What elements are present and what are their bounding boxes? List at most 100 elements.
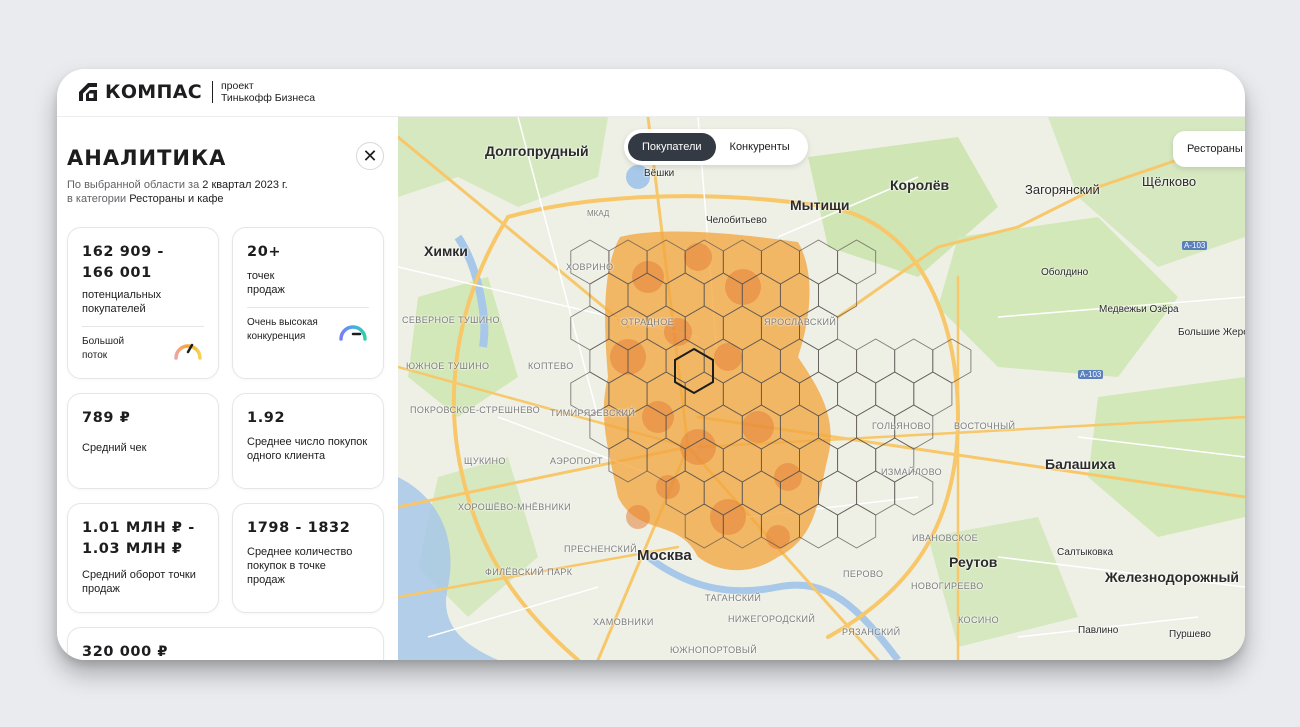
district-label: ЮЖНОЕ ТУШИНО bbox=[406, 361, 490, 371]
district-label: ФИЛЁВСКИЙ ПАРК bbox=[485, 567, 573, 577]
panel-title: АНАЛИТИКА bbox=[67, 146, 227, 170]
map-label: Мытищи bbox=[790, 197, 850, 213]
map-label: Большие Жеребцы bbox=[1178, 327, 1245, 338]
app-window: КОМПАС проект Тинькофф Бизнеса АНАЛИТИКА… bbox=[57, 69, 1245, 660]
district-label: ПЕРОВО bbox=[843, 569, 884, 579]
metric-value-line2: 1.03 МЛН ₽ bbox=[82, 541, 183, 557]
gauge-icon bbox=[174, 343, 202, 360]
metric-card-turnover[interactable]: 1.01 МЛН ₽ - 1.03 МЛН ₽ Средний оборот т… bbox=[67, 503, 219, 613]
subtitle-period: 2 квартал 2023 г. bbox=[202, 179, 288, 191]
header: КОМПАС проект Тинькофф Бизнеса bbox=[57, 69, 1245, 117]
district-label: ХАМОВНИКИ bbox=[593, 617, 654, 627]
flow-label: Большой поток bbox=[82, 336, 125, 361]
metric-value-line2: 166 001 bbox=[82, 265, 152, 281]
map-label: Оболдино bbox=[1041, 267, 1089, 278]
district-label: АЭРОПОРТ bbox=[550, 456, 603, 466]
metric-value: 162 909 - 166 001 bbox=[82, 242, 204, 284]
district-label: КОПТЕВО bbox=[528, 361, 574, 371]
district-label: ЩУКИНО bbox=[464, 456, 506, 466]
subtitle-category-prefix: в категории bbox=[67, 193, 127, 205]
metric-value: 20+ bbox=[247, 244, 282, 260]
metric-value: 1.01 МЛН ₽ - 1.03 МЛН ₽ bbox=[82, 518, 204, 560]
district-label: ХОВРИНО bbox=[566, 262, 614, 272]
metric-value: 320 000 ₽ bbox=[82, 644, 169, 660]
metric-label: Среднее количество покупок в точке прода… bbox=[247, 546, 353, 586]
subtitle-category: Рестораны и кафе bbox=[129, 193, 224, 205]
map-label: Москва bbox=[637, 547, 692, 564]
district-label: ХОРОШЁВО-МНЁВНИКИ bbox=[458, 502, 571, 512]
metric-card-purchases-per-point[interactable]: 1798 - 1832 Среднее количество покупок в… bbox=[232, 503, 384, 613]
metric-card-avg-check[interactable]: 789 ₽ Средний чек bbox=[67, 393, 219, 489]
logo[interactable]: КОМПАС проект Тинькофф Бизнеса bbox=[77, 80, 315, 104]
gauge-icon bbox=[339, 325, 367, 341]
district-label: ЮЖНОПОРТОВЫЙ bbox=[670, 645, 758, 655]
metric-value: 1798 - 1832 bbox=[247, 520, 351, 536]
map-label: Щёлково bbox=[1142, 174, 1197, 189]
road-label: МКАД bbox=[587, 209, 610, 218]
district-label: ЯРОСЛАВСКИЙ bbox=[764, 317, 837, 327]
map-label: Загорянский bbox=[1025, 182, 1100, 197]
metric-label: Среднее число покупок одного клиента bbox=[247, 436, 368, 462]
analytics-panel: АНАЛИТИКА ✕ По выбранной области за 2 кв… bbox=[57, 117, 398, 660]
district-label: ВОСТОЧНЫЙ bbox=[954, 421, 1016, 431]
map-view[interactable]: Покупатели Конкуренты Рестораны и кафе Д… bbox=[398, 117, 1245, 660]
district-label: ИВАНОВСКОЕ bbox=[912, 533, 979, 543]
district-label: ОТРАДНОЕ bbox=[621, 317, 674, 327]
metric-label: Средний чек bbox=[82, 442, 147, 454]
district-label: НИЖЕГОРОДСКИЙ bbox=[728, 614, 816, 624]
toggle-buyers[interactable]: Покупатели bbox=[628, 133, 716, 161]
map-label: Долгопрудный bbox=[485, 143, 589, 159]
district-label: ПОКРОВСКОЕ-СТРЕШНЕВО bbox=[410, 405, 541, 415]
map-label: Реутов bbox=[949, 554, 998, 570]
toggle-competitors[interactable]: Конкуренты bbox=[716, 133, 804, 161]
metric-card-rent[interactable]: 320 000 ₽ bbox=[67, 627, 384, 660]
metric-value-line1: 1.01 МЛН ₽ - bbox=[82, 520, 195, 536]
panel-subtitle: По выбранной области за 2 квартал 2023 г… bbox=[67, 178, 387, 206]
metric-value-line1: 162 909 - bbox=[82, 244, 165, 260]
map-label: Балашиха bbox=[1045, 456, 1116, 472]
metric-footer: Большой поток bbox=[82, 335, 204, 363]
map-label: Челобитьево bbox=[706, 215, 767, 226]
district-label: РЯЗАНСКИЙ bbox=[842, 627, 901, 637]
metric-card-buyers[interactable]: 162 909 - 166 001 потенциальных покупате… bbox=[67, 227, 219, 379]
brand-name: КОМПАС bbox=[105, 81, 202, 103]
brand-sub-line2: Тинькофф Бизнеса bbox=[220, 92, 316, 104]
metric-card-purchases-per-client[interactable]: 1.92 Среднее число покупок одного клиент… bbox=[232, 393, 384, 489]
card-divider bbox=[82, 326, 204, 327]
metric-value: 1.92 bbox=[247, 410, 286, 426]
road-shield: А-103 bbox=[1182, 241, 1208, 250]
card-divider bbox=[247, 307, 369, 308]
map-label: Королёв bbox=[890, 177, 950, 193]
district-label: ТИМИРЯЗЕВСКИЙ bbox=[550, 408, 636, 418]
district-label: НОВОГИРЕЕВО bbox=[911, 581, 984, 591]
district-label: ГОЛЬЯНОВО bbox=[872, 421, 931, 431]
metric-label: Средний оборот точки продаж bbox=[82, 569, 196, 595]
metric-value: 789 ₽ bbox=[82, 410, 131, 426]
close-panel-button[interactable]: ✕ bbox=[356, 142, 384, 170]
close-icon: ✕ bbox=[362, 145, 378, 166]
metric-card-points[interactable]: 20+ точек продаж Очень высокая конкуренц… bbox=[232, 227, 384, 379]
map-label: Железнодорожный bbox=[1105, 569, 1240, 585]
map-label: Пуршево bbox=[1169, 629, 1211, 640]
layer-toggle: Покупатели Конкуренты bbox=[624, 129, 808, 165]
map-label: Салтыковка bbox=[1057, 547, 1114, 558]
metric-label: потенциальных покупателей bbox=[82, 289, 162, 315]
map-label: Павлино bbox=[1078, 625, 1119, 636]
compass-logo-icon bbox=[79, 83, 97, 101]
logo-divider bbox=[211, 81, 213, 103]
subtitle-prefix: По выбранной области за bbox=[67, 179, 200, 191]
road-shield: А-103 bbox=[1078, 370, 1104, 379]
district-label: ТАГАНСКИЙ bbox=[705, 593, 762, 603]
metric-label: точек продаж bbox=[247, 270, 285, 296]
district-label: ИЗМАЙЛОВО bbox=[881, 467, 943, 477]
metric-footer: Очень высокая конкуренция bbox=[247, 316, 369, 344]
map-label: Вёшки bbox=[644, 168, 675, 179]
district-label: ПРЕСНЕНСКИЙ bbox=[564, 544, 638, 554]
brand-sub-line1: проект bbox=[220, 80, 254, 92]
district-label: КОСИНО bbox=[958, 615, 1000, 625]
map-label: Химки bbox=[424, 243, 468, 259]
competition-label: Очень высокая конкуренция bbox=[247, 317, 318, 342]
map-label: Медвежьи Озёра bbox=[1099, 304, 1179, 315]
category-select[interactable]: Рестораны и кафе bbox=[1173, 131, 1245, 167]
brand-subtitle: проект Тинькофф Бизнеса bbox=[221, 80, 315, 104]
